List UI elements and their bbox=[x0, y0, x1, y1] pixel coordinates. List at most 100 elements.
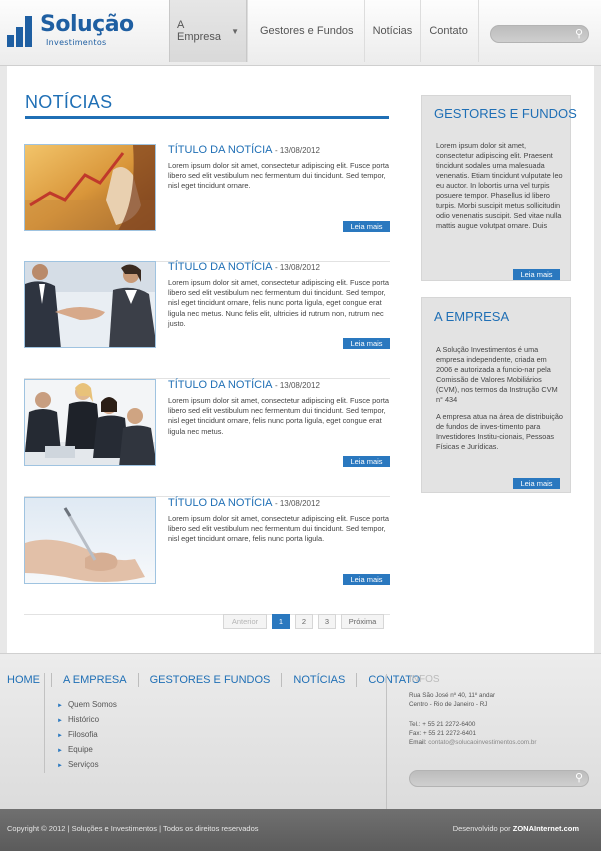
nav-label: Contato bbox=[429, 25, 468, 37]
read-more-button[interactable]: Leia mais bbox=[343, 221, 390, 232]
read-more-button[interactable]: Leia mais bbox=[343, 338, 390, 349]
news-item: TÍTULO DA NOTÍCIA - 13/08/2012 Lorem ips… bbox=[24, 379, 390, 497]
footer-email: Email: contato@solucaoinvestimentos.com.… bbox=[409, 739, 537, 746]
developer-credit: Desenvolvido por ZONAInternet.com bbox=[453, 824, 579, 833]
footer-link-label: Filosofia bbox=[67, 730, 98, 739]
search-input[interactable] bbox=[418, 772, 568, 785]
header-search: ⚲ bbox=[490, 25, 589, 43]
logo[interactable]: Solução Investimentos bbox=[7, 12, 147, 50]
news-title-text: TÍTULO DA NOTÍCIA bbox=[168, 379, 272, 391]
title-divider bbox=[25, 116, 389, 119]
footer-divider bbox=[386, 674, 387, 810]
bottom-bar: Copyright © 2012 | Soluções e Investimen… bbox=[0, 809, 601, 851]
nav-a-empresa[interactable]: A Empresa ▼ bbox=[169, 0, 247, 62]
search-icon[interactable]: ⚲ bbox=[575, 27, 583, 40]
news-title-text: TÍTULO DA NOTÍCIA bbox=[168, 144, 272, 156]
news-title[interactable]: TÍTULO DA NOTÍCIA - 13/08/2012 bbox=[168, 497, 320, 509]
news-date-value: 13/08/2012 bbox=[279, 499, 320, 508]
read-more-button[interactable]: Leia mais bbox=[513, 478, 560, 489]
news-excerpt: Lorem ipsum dolor sit amet, consectetur … bbox=[168, 396, 389, 436]
business-chart-hand-photo[interactable] bbox=[24, 144, 156, 231]
pagination: Anterior 1 2 3 Próxima bbox=[223, 614, 384, 629]
chevron-right-icon: ► bbox=[57, 763, 63, 769]
page-1-button[interactable]: 1 bbox=[272, 614, 290, 629]
logo-bars-icon bbox=[7, 16, 35, 47]
chevron-right-icon: ► bbox=[57, 748, 63, 754]
news-excerpt: Lorem ipsum dolor sit amet, consectetur … bbox=[168, 278, 389, 328]
main-content: NOTÍCIAS TÍTULO DA NOTÍCIA - 13/08/2012 … bbox=[7, 66, 594, 653]
signing-document-photo[interactable] bbox=[24, 497, 156, 584]
nav-contato[interactable]: Contato bbox=[420, 0, 479, 62]
developer-label: Desenvolvido por bbox=[452, 824, 513, 833]
footer-divider bbox=[44, 673, 45, 773]
news-item: TÍTULO DA NOTÍCIA - 13/08/2012 Lorem ips… bbox=[24, 497, 390, 615]
footer-link-label: Quem Somos bbox=[67, 700, 117, 709]
developer-link[interactable]: ZONAInternet.com bbox=[513, 824, 579, 833]
footer-nav-gestores-e-fundos[interactable]: GESTORES E FUNDOS bbox=[137, 673, 282, 687]
handshake-photo[interactable] bbox=[24, 261, 156, 348]
news-item: TÍTULO DA NOTÍCIA - 13/08/2012 Lorem ips… bbox=[24, 144, 390, 262]
read-more-button[interactable]: Leia mais bbox=[343, 574, 390, 585]
news-title[interactable]: TÍTULO DA NOTÍCIA - 13/08/2012 bbox=[168, 261, 320, 273]
sidebar-funds-box: GESTORES E FUNDOS Lorem ipsum dolor sit … bbox=[421, 95, 577, 281]
copyright-text: Copyright © 2012 | Soluções e Investimen… bbox=[7, 824, 259, 833]
news-date: - 13/08/2012 bbox=[274, 146, 320, 155]
news-title-text: TÍTULO DA NOTÍCIA bbox=[168, 497, 272, 509]
news-date: - 13/08/2012 bbox=[274, 263, 320, 272]
news-excerpt: Lorem ipsum dolor sit amet, consectetur … bbox=[168, 514, 389, 544]
site-header: Solução Investimentos A Empresa ▼ Gestore… bbox=[0, 0, 601, 66]
footer-link-servicos[interactable]: ► Serviços bbox=[57, 757, 117, 772]
footer-link-filosofia[interactable]: ► Filosofia bbox=[57, 727, 117, 742]
logo-title: Solução bbox=[40, 12, 134, 37]
news-date: - 13/08/2012 bbox=[274, 381, 320, 390]
footer-fax: Fax: + 55 21 2272-6401 bbox=[409, 730, 477, 737]
sidebar-company-text-2: A empresa atua na área de distribuição d… bbox=[436, 412, 563, 451]
footer-nav: HOME A EMPRESA GESTORES E FUNDOS NOTÍCIA… bbox=[0, 673, 431, 687]
news-title[interactable]: TÍTULO DA NOTÍCIA - 13/08/2012 bbox=[168, 144, 320, 156]
search-input[interactable] bbox=[499, 27, 569, 41]
news-item: TÍTULO DA NOTÍCIA - 13/08/2012 Lorem ips… bbox=[24, 261, 390, 379]
prev-page-button[interactable]: Anterior bbox=[223, 614, 267, 629]
page-title: NOTÍCIAS bbox=[25, 92, 113, 112]
footer-link-equipe[interactable]: ► Equipe bbox=[57, 742, 117, 757]
sidebar-funds-title[interactable]: GESTORES E FUNDOS bbox=[434, 106, 577, 121]
business-meeting-photo[interactable] bbox=[24, 379, 156, 466]
footer-submenu: ► Quem Somos ► Histórico ► Filosofia ► Equip… bbox=[57, 697, 117, 772]
news-title-text: TÍTULO DA NOTÍCIA bbox=[168, 261, 272, 273]
footer-address-line: Centro - Rio de Janeiro - RJ bbox=[409, 701, 488, 708]
chevron-right-icon: ► bbox=[57, 718, 63, 724]
footer-info-title: INFOS bbox=[409, 674, 440, 685]
nav-gestores-e-fundos[interactable]: Gestores e Fundos bbox=[247, 0, 364, 62]
footer-email-label: Email: bbox=[409, 739, 429, 746]
footer-search: ⚲ bbox=[409, 770, 589, 787]
next-page-button[interactable]: Próxima bbox=[341, 614, 384, 629]
footer-link-quem-somos[interactable]: ► Quem Somos bbox=[57, 697, 117, 712]
footer-address-line: Rua São José nº 40, 11º andar bbox=[409, 692, 496, 699]
logo-subtitle: Investimentos bbox=[46, 38, 107, 47]
news-date-value: 13/08/2012 bbox=[279, 263, 320, 272]
chevron-right-icon: ► bbox=[57, 733, 63, 739]
sidebar-company-box: A EMPRESA A Solução Investimentos é uma … bbox=[421, 297, 571, 493]
nav-label: Gestores e Fundos bbox=[260, 25, 354, 37]
chevron-down-icon: ▼ bbox=[231, 26, 239, 36]
read-more-button[interactable]: Leia mais bbox=[513, 269, 560, 280]
footer-nav-a-empresa[interactable]: A EMPRESA bbox=[51, 673, 138, 687]
nav-label: A Empresa bbox=[177, 19, 222, 43]
footer-nav-noticias[interactable]: NOTÍCIAS bbox=[281, 673, 356, 687]
read-more-button[interactable]: Leia mais bbox=[343, 456, 390, 467]
footer-link-label: Histórico bbox=[67, 715, 100, 724]
page-3-button[interactable]: 3 bbox=[318, 614, 336, 629]
chevron-right-icon: ► bbox=[57, 703, 63, 709]
search-icon[interactable]: ⚲ bbox=[575, 771, 583, 784]
news-date: - 13/08/2012 bbox=[274, 499, 320, 508]
sidebar-company-title[interactable]: A EMPRESA bbox=[434, 309, 509, 324]
footer-link-historico[interactable]: ► Histórico bbox=[57, 712, 117, 727]
nav-label: Notícias bbox=[372, 25, 413, 37]
sidebar-funds-text: Lorem ipsum dolor sit amet, consectetur … bbox=[436, 141, 563, 230]
news-title[interactable]: TÍTULO DA NOTÍCIA - 13/08/2012 bbox=[168, 379, 320, 391]
news-excerpt: Lorem ipsum dolor sit amet, consectetur … bbox=[168, 161, 389, 191]
footer-email-link[interactable]: contato@solucaoinvestimentos.com.br bbox=[428, 739, 536, 746]
page-2-button[interactable]: 2 bbox=[295, 614, 313, 629]
nav-noticias[interactable]: Notícias bbox=[363, 0, 421, 62]
news-date-value: 13/08/2012 bbox=[279, 381, 320, 390]
